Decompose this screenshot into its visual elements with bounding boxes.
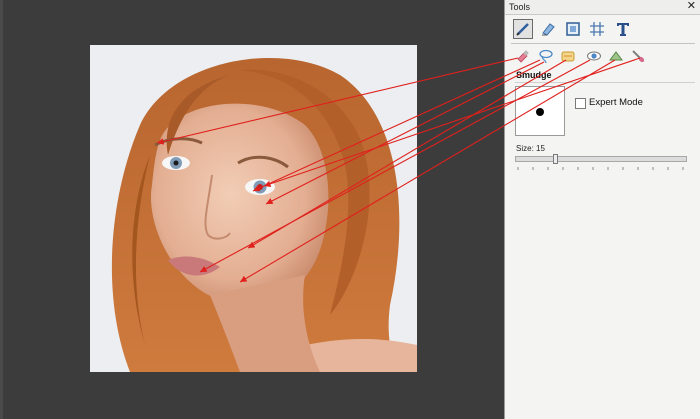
size-slider[interactable] [515, 156, 687, 162]
grid-tool-icon [590, 22, 604, 36]
size-label: Size: 15 [516, 144, 545, 153]
red-eye-tool-button[interactable] [584, 46, 604, 66]
brush-preview [515, 86, 565, 136]
panel-title: Tools [509, 2, 531, 12]
blend-tool-button[interactable] [558, 46, 578, 66]
smudge-tool-button[interactable] [513, 46, 533, 66]
blend-tool-icon [561, 51, 575, 62]
section-divider [515, 82, 695, 83]
brush-tool-icon [516, 23, 529, 36]
tool-section-title: Smudge [516, 70, 552, 80]
sharpen-tool-button[interactable] [606, 46, 626, 66]
tool-row-primary [505, 19, 700, 43]
dodge-tool-button[interactable] [628, 46, 648, 66]
text-tool-icon [617, 23, 629, 36]
brush-size-dot [536, 108, 544, 116]
portrait-photo[interactable] [90, 45, 417, 372]
slider-ticks [517, 167, 684, 170]
crop-tool-icon [566, 22, 580, 36]
sharpen-tool-icon [609, 51, 623, 61]
brush-tool-button[interactable] [513, 19, 533, 39]
smudge-tool-icon [517, 50, 529, 63]
size-slider-thumb[interactable] [553, 154, 558, 164]
lasso-tool-button[interactable] [536, 46, 556, 66]
crop-tool-button[interactable] [563, 19, 583, 39]
tool-row-retouch [505, 46, 700, 70]
close-icon[interactable]: ✕ [687, 0, 696, 13]
dodge-tool-icon [632, 50, 645, 63]
portrait-illustration [90, 45, 417, 372]
canvas-edge [0, 0, 3, 419]
panel-titlebar: Tools ✕ [505, 0, 700, 15]
red-eye-tool-icon [587, 51, 601, 61]
expert-mode-checkbox[interactable] [575, 98, 586, 109]
image-canvas[interactable] [0, 0, 504, 419]
tool-row-separator [511, 43, 695, 44]
text-tool-button[interactable] [613, 19, 633, 39]
grid-tool-button[interactable] [587, 19, 607, 39]
eraser-tool-icon [542, 23, 555, 36]
tools-panel: Tools ✕ Smudge Expert Mode Size: 15 [504, 0, 700, 419]
lasso-tool-icon [539, 49, 553, 64]
eraser-tool-button[interactable] [538, 19, 558, 39]
expert-mode-label: Expert Mode [589, 97, 643, 108]
